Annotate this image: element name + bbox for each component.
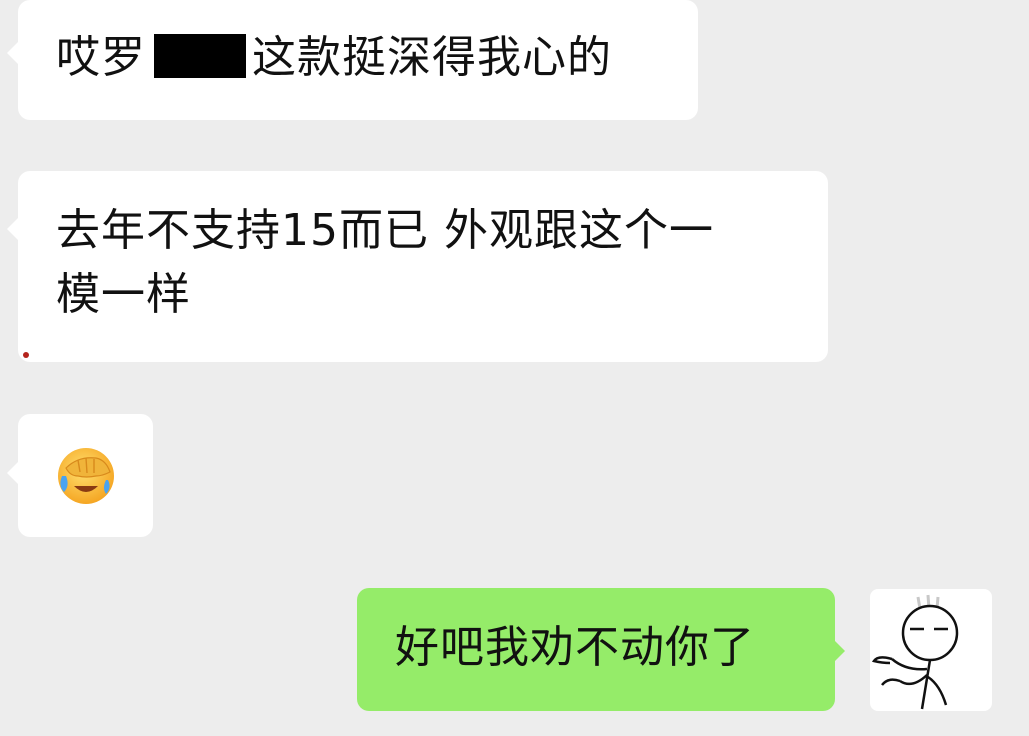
incoming-emoji-bubble[interactable] (18, 414, 153, 537)
avatar[interactable] (870, 589, 992, 711)
outgoing-bubble-tail (834, 640, 845, 662)
outgoing-message-bubble[interactable]: 好吧我劝不动你了 (357, 588, 835, 711)
message-text: 哎罗 (56, 32, 146, 83)
incoming-bubble-tail (7, 462, 18, 484)
message-text-line: 模一样 (56, 269, 191, 320)
message-text: 这款挺深得我心的 (252, 32, 612, 83)
face-palm-emoji-icon (58, 448, 114, 504)
incoming-bubble-tail (7, 42, 18, 64)
redaction-block (154, 34, 246, 78)
incoming-message-bubble[interactable]: 哎罗 这款挺深得我心的 (18, 0, 698, 120)
unread-indicator-dot (23, 352, 29, 358)
message-text-line: 去年不支持15而已 外观跟这个一 (56, 205, 714, 256)
stick-figure-avatar-icon (871, 594, 959, 710)
message-text: 好吧我劝不动你了 (395, 622, 755, 673)
incoming-message-bubble[interactable]: 去年不支持15而已 外观跟这个一 模一样 (18, 171, 828, 362)
incoming-bubble-tail (7, 218, 18, 240)
